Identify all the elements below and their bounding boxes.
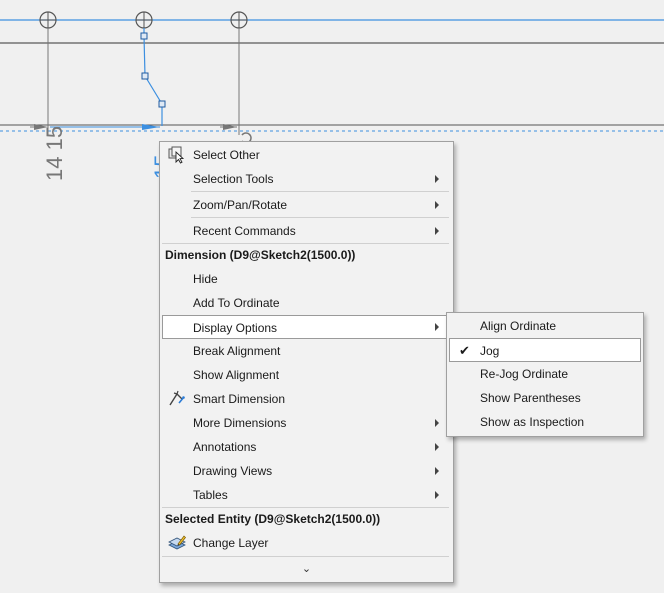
- dimension-text-left[interactable]: 14 15: [42, 126, 67, 181]
- select-other-icon: [168, 146, 185, 164]
- double-chevron-down-icon: ⌄: [301, 563, 312, 575]
- submenu-item-re-jog-ordinate[interactable]: Re-Jog Ordinate: [449, 362, 641, 386]
- menu-header-label: Selected Entity (D9@Sketch2(1500.0)): [165, 512, 381, 526]
- menu-header-selected-entity: Selected Entity (D9@Sketch2(1500.0)): [162, 507, 451, 531]
- submenu-arrow-icon: [435, 201, 439, 209]
- menu-header-dimension: Dimension (D9@Sketch2(1500.0)): [162, 243, 451, 267]
- jog-handle-2[interactable]: [141, 72, 149, 80]
- submenu-item-show-parentheses[interactable]: Show Parentheses: [449, 386, 641, 410]
- menu-item-label: Show Alignment: [193, 368, 280, 382]
- submenu-arrow-icon: [435, 175, 439, 183]
- submenu-arrow-icon: [435, 227, 439, 235]
- menu-header-label: Dimension (D9@Sketch2(1500.0)): [165, 248, 356, 262]
- submenu-arrow-icon: [435, 323, 439, 331]
- checkmark-icon: ✔: [459, 343, 470, 358]
- menu-item-tables[interactable]: Tables: [162, 483, 451, 507]
- menu-separator: [191, 217, 449, 218]
- menu-item-label: Select Other: [193, 148, 260, 162]
- sketch-point-1[interactable]: [39, 11, 57, 29]
- menu-separator: [191, 191, 449, 192]
- menu-item-label: Align Ordinate: [480, 319, 557, 333]
- smart-dimension-icon: [169, 390, 185, 406]
- menu-item-smart-dimension[interactable]: Smart Dimension: [162, 387, 451, 411]
- menu-item-annotations[interactable]: Annotations: [162, 435, 451, 459]
- menu-item-change-layer[interactable]: Change Layer: [162, 531, 451, 555]
- sketch-point-2[interactable]: [135, 11, 153, 29]
- menu-item-label: Change Layer: [193, 536, 269, 550]
- menu-item-select-other[interactable]: Select Other: [162, 143, 451, 167]
- menu-separator: [162, 556, 449, 557]
- menu-item-label: Re-Jog Ordinate: [480, 367, 569, 381]
- menu-item-label: More Dimensions: [193, 416, 287, 430]
- change-layer-icon: [168, 535, 186, 550]
- menu-item-display-options[interactable]: Display Options: [162, 315, 451, 339]
- menu-item-recent-commands[interactable]: Recent Commands: [162, 219, 451, 243]
- context-menu: Select Other Selection Tools Zoom/Pan/Ro…: [159, 141, 454, 583]
- menu-item-label: Annotations: [193, 440, 257, 454]
- menu-item-label: Add To Ordinate: [193, 296, 280, 310]
- menu-item-show-alignment[interactable]: Show Alignment: [162, 363, 451, 387]
- menu-item-zoom-pan-rotate[interactable]: Zoom/Pan/Rotate: [162, 193, 451, 217]
- submenu-arrow-icon: [435, 491, 439, 499]
- submenu-item-jog[interactable]: ✔ Jog: [449, 338, 641, 362]
- menu-item-label: Tables: [193, 488, 228, 502]
- menu-item-label: Hide: [193, 272, 218, 286]
- menu-item-label: Display Options: [193, 321, 278, 335]
- menu-item-drawing-views[interactable]: Drawing Views: [162, 459, 451, 483]
- menu-item-label: Break Alignment: [193, 344, 281, 358]
- jog-handle-3[interactable]: [158, 100, 166, 108]
- menu-item-hide[interactable]: Hide: [162, 267, 451, 291]
- menu-item-label: Zoom/Pan/Rotate: [193, 198, 288, 212]
- menu-item-break-alignment[interactable]: Break Alignment: [162, 339, 451, 363]
- menu-item-more-dimensions[interactable]: More Dimensions: [162, 411, 451, 435]
- submenu-item-show-as-inspection[interactable]: Show as Inspection: [449, 410, 641, 434]
- display-options-submenu: Align Ordinate ✔ Jog Re-Jog Ordinate Sho…: [446, 312, 644, 437]
- expand-menu-button[interactable]: ⌄: [160, 559, 453, 579]
- menu-item-label: Jog: [480, 344, 500, 358]
- jog-handle-1[interactable]: [140, 32, 148, 40]
- submenu-item-align-ordinate[interactable]: Align Ordinate: [449, 314, 641, 338]
- sketch-point-3[interactable]: [230, 11, 248, 29]
- menu-item-label: Smart Dimension: [193, 392, 286, 406]
- submenu-arrow-icon: [435, 467, 439, 475]
- menu-item-label: Recent Commands: [193, 224, 296, 238]
- menu-item-add-to-ordinate[interactable]: Add To Ordinate: [162, 291, 451, 315]
- menu-item-label: Drawing Views: [193, 464, 273, 478]
- submenu-arrow-icon: [435, 443, 439, 451]
- menu-item-label: Selection Tools: [193, 172, 274, 186]
- menu-item-label: Show Parentheses: [480, 391, 581, 405]
- submenu-arrow-icon: [435, 419, 439, 427]
- menu-item-label: Show as Inspection: [480, 415, 585, 429]
- menu-item-selection-tools[interactable]: Selection Tools: [162, 167, 451, 191]
